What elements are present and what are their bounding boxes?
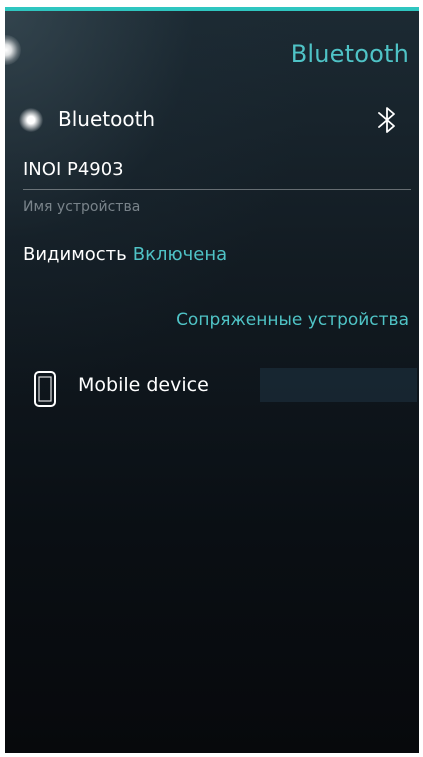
pulley-menu-indicator[interactable]: [5, 35, 21, 65]
device-row-highlight: [260, 368, 417, 402]
visibility-label: Видимость: [23, 244, 127, 265]
switch-indicator-icon[interactable]: [19, 108, 43, 132]
bluetooth-toggle-label: Bluetooth: [58, 107, 156, 131]
page-title: Bluetooth: [290, 40, 409, 68]
device-name-underline: [23, 189, 411, 190]
bluetooth-settings-screen: Bluetooth Bluetooth INOI P4903 Имя устро…: [5, 7, 419, 753]
paired-devices-section-header: Сопряженные устройства: [176, 310, 409, 330]
device-name-caption: Имя устройства: [23, 199, 141, 215]
bluetooth-toggle[interactable]: Bluetooth: [5, 100, 419, 142]
paired-device-item[interactable]: Mobile device: [5, 365, 419, 415]
bluetooth-icon: [378, 107, 395, 133]
visibility-combobox[interactable]: Видимость Включена: [23, 242, 227, 268]
visibility-value[interactable]: Включена: [133, 244, 227, 265]
phone-icon: [34, 371, 56, 407]
device-name-field[interactable]: INOI P4903 Имя устройства: [23, 157, 411, 215]
top-accent-bar: [5, 7, 419, 11]
paired-device-name: Mobile device: [78, 374, 209, 396]
device-name-input[interactable]: INOI P4903: [23, 157, 411, 183]
